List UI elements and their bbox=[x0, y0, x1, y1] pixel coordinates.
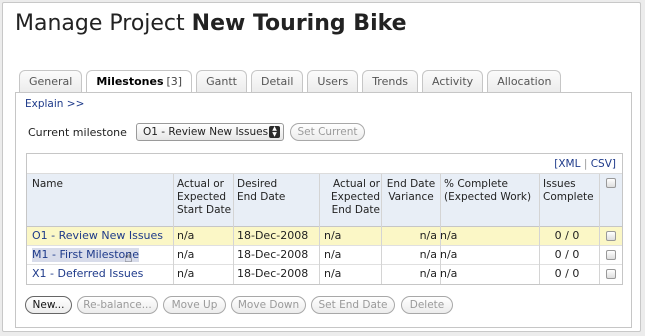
delete-button[interactable]: Delete bbox=[401, 296, 453, 314]
milestone-name-link[interactable]: M1 - First Milestone bbox=[32, 248, 139, 262]
manage-project-window: Manage Project New Touring Bike General … bbox=[2, 2, 641, 332]
column-divider bbox=[539, 174, 540, 284]
move-up-button[interactable]: Move Up bbox=[163, 296, 226, 314]
column-divider bbox=[173, 174, 174, 284]
milestones-table: [XML | CSV] Name Actual or Expected Star… bbox=[26, 153, 623, 285]
page-title-prefix: Manage Project bbox=[15, 11, 185, 36]
current-milestone-select[interactable]: O1 - Review New Issues ▲ ▼ bbox=[136, 123, 284, 141]
csv-export-link[interactable]: CSV bbox=[591, 158, 612, 170]
xml-export-link[interactable]: XML bbox=[558, 158, 580, 170]
tab-allocation[interactable]: Allocation bbox=[487, 70, 562, 92]
export-links: [XML | CSV] bbox=[554, 158, 616, 170]
row-checkbox[interactable] bbox=[606, 231, 616, 241]
header-variance[interactable]: End Date Variance bbox=[382, 178, 440, 204]
table-row[interactable]: X1 - Deferred Issues n/a 18-Dec-2008 n/a… bbox=[27, 265, 622, 284]
header-name[interactable]: Name bbox=[32, 178, 63, 191]
page-title: Manage Project New Touring Bike bbox=[15, 11, 407, 36]
rebalance-button[interactable]: Re-balance... bbox=[77, 296, 158, 314]
set-end-date-button[interactable]: Set End Date bbox=[311, 296, 395, 314]
cell-actual-end: n/a bbox=[324, 267, 342, 280]
cell-percent: n/a bbox=[440, 267, 458, 280]
column-divider bbox=[233, 174, 234, 284]
milestone-count: [3] bbox=[166, 75, 183, 88]
cell-desired-end: 18-Dec-2008 bbox=[237, 229, 309, 242]
tab-activity[interactable]: Activity bbox=[422, 70, 484, 92]
tab-general[interactable]: General bbox=[19, 70, 83, 92]
select-all-checkbox[interactable] bbox=[606, 178, 616, 188]
column-divider bbox=[319, 174, 320, 284]
milestone-name-link[interactable]: X1 - Deferred Issues bbox=[32, 267, 143, 281]
tab-detail[interactable]: Detail bbox=[250, 70, 304, 92]
cell-issues: 0 / 0 bbox=[554, 248, 580, 261]
table-header: Name Actual or Expected Start Date Desir… bbox=[27, 174, 622, 227]
cell-start: n/a bbox=[177, 267, 195, 280]
cell-actual-end: n/a bbox=[324, 229, 342, 242]
header-actual-start[interactable]: Actual or Expected Start Date bbox=[177, 178, 231, 217]
project-name: New Touring Bike bbox=[191, 11, 407, 36]
cell-variance: n/a bbox=[419, 229, 437, 242]
header-actual-end[interactable]: Actual or Expected End Date bbox=[320, 178, 380, 217]
current-milestone-value: O1 - Review New Issues bbox=[143, 126, 269, 138]
cell-start: n/a bbox=[177, 229, 195, 242]
tab-trends[interactable]: Trends bbox=[362, 70, 419, 92]
cell-variance: n/a bbox=[419, 248, 437, 261]
current-milestone-label: Current milestone bbox=[28, 126, 127, 139]
new-milestone-button[interactable]: New... bbox=[25, 296, 72, 314]
header-percent-complete[interactable]: % Complete (Expected Work) bbox=[444, 178, 531, 204]
tab-gantt[interactable]: Gantt bbox=[196, 70, 247, 92]
updown-arrows-icon: ▲ ▼ bbox=[269, 126, 280, 138]
tab-bar: General Milestones [3] Gantt Detail Users… bbox=[19, 70, 565, 93]
row-checkbox[interactable] bbox=[606, 250, 616, 260]
column-divider bbox=[440, 174, 441, 284]
cell-start: n/a bbox=[177, 248, 195, 261]
row-checkbox[interactable] bbox=[606, 269, 616, 279]
cell-variance: n/a bbox=[419, 267, 437, 280]
cell-percent: n/a bbox=[440, 229, 458, 242]
explain-link[interactable]: Explain >> bbox=[25, 98, 84, 110]
cell-desired-end: 18-Dec-2008 bbox=[237, 267, 309, 280]
milestone-name-link[interactable]: O1 - Review New Issues bbox=[32, 229, 163, 243]
header-issues-complete[interactable]: Issues Complete bbox=[543, 178, 594, 204]
table-row[interactable]: M1 - First Milestone n/a 18-Dec-2008 n/a… bbox=[27, 246, 622, 265]
header-desired-end[interactable]: Desired End Date bbox=[237, 178, 285, 204]
milestones-panel: Explain >> Current milestone O1 - Review… bbox=[15, 92, 632, 328]
cell-actual-end: n/a bbox=[324, 248, 342, 261]
column-divider bbox=[599, 174, 600, 284]
hand-pointer-icon: ☝ bbox=[124, 250, 133, 266]
set-current-button[interactable]: Set Current bbox=[290, 123, 365, 141]
cell-issues: 0 / 0 bbox=[554, 229, 580, 242]
table-toolbar: [XML | CSV] bbox=[27, 154, 622, 174]
table-row[interactable]: O1 - Review New Issues n/a 18-Dec-2008 n… bbox=[27, 227, 622, 246]
tab-users[interactable]: Users bbox=[307, 70, 359, 92]
move-down-button[interactable]: Move Down bbox=[231, 296, 306, 314]
cell-desired-end: 18-Dec-2008 bbox=[237, 248, 309, 261]
cell-issues: 0 / 0 bbox=[554, 267, 580, 280]
tab-milestones[interactable]: Milestones [3] bbox=[86, 70, 193, 93]
cell-percent: n/a bbox=[440, 248, 458, 261]
column-divider bbox=[381, 174, 382, 284]
